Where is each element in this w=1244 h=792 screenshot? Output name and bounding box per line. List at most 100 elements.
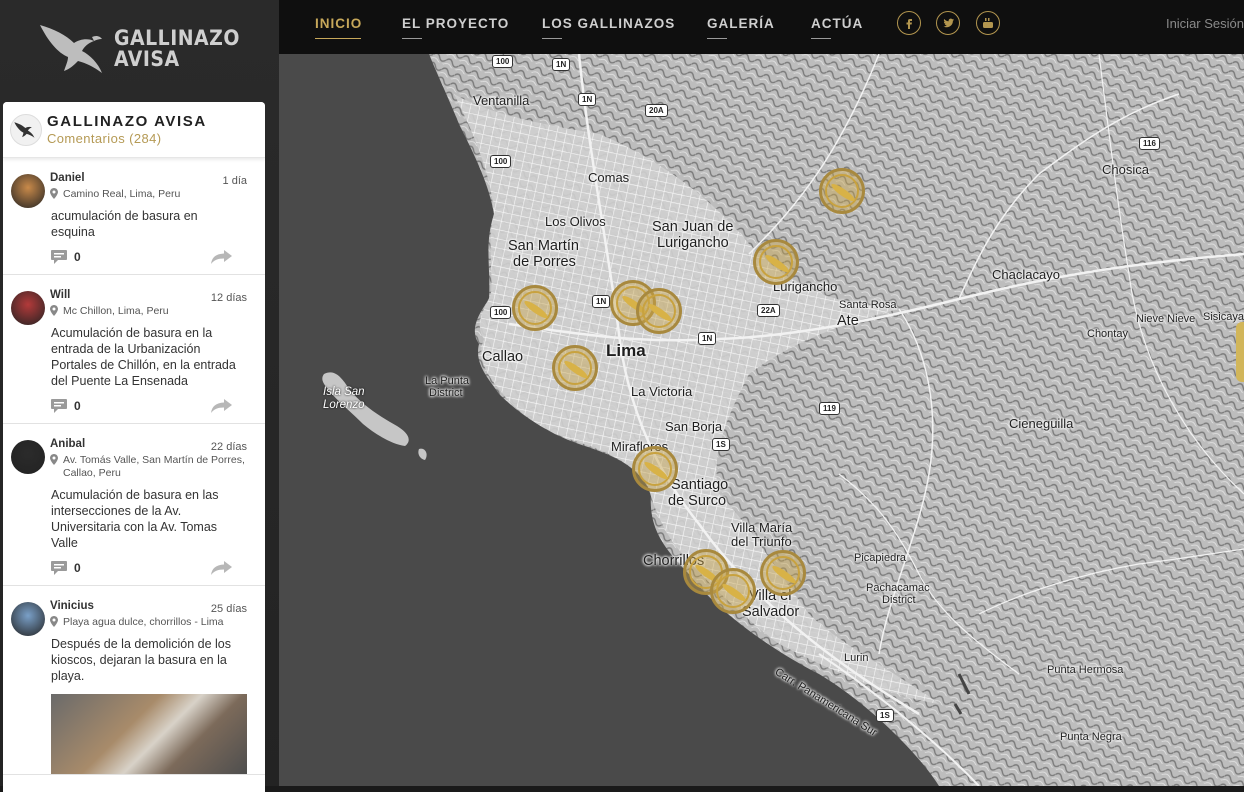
panel-header: GALLINAZO AVISA Comentarios (284) (3, 102, 265, 158)
post-image[interactable] (51, 694, 247, 774)
post-text: Después de la demolición de los kioscos,… (51, 637, 231, 683)
post-list: Daniel 1 día Camino Real, Lima, Peru acu… (3, 158, 265, 775)
map-label: Callao (482, 349, 524, 365)
road-shield: 1S (712, 438, 730, 451)
comments-count[interactable]: Comentarios (284) (47, 131, 207, 146)
comment-post[interactable]: Vinicius 25 días Playa agua dulce, chorr… (3, 586, 265, 775)
post-location-text: Camino Real, Lima, Peru (63, 188, 181, 200)
user-avatar[interactable] (11, 291, 45, 325)
location-pin-icon (50, 454, 58, 465)
report-marker[interactable] (632, 446, 678, 492)
map-label: Punta Hermosa (1047, 664, 1124, 676)
map-label: La Victoria (631, 384, 693, 399)
report-marker[interactable] (710, 568, 756, 614)
map-label: Lorenzo (323, 399, 365, 411)
road-shield: 22A (757, 304, 780, 317)
nav-los-gallinazos[interactable]: LOS GALLINAZOS (542, 16, 675, 39)
map-label: Villa María (731, 520, 793, 535)
map-label: Chaclacayo (992, 267, 1060, 282)
youtube-icon[interactable] (976, 11, 1000, 35)
post-text: acumulación de basura en esquina (51, 209, 198, 239)
map-label: Santa Rosa (839, 299, 897, 311)
report-marker[interactable] (512, 285, 558, 331)
nav-inicio[interactable]: INICIO (315, 16, 362, 39)
post-location-text: Mc Chillon, Lima, Peru (63, 305, 169, 317)
vulture-logo-icon (14, 121, 35, 138)
map-label: de Surco (668, 493, 727, 509)
map-label: Picapiedra (854, 552, 906, 564)
comment-icon[interactable] (50, 249, 68, 265)
post-location: Mc Chillon, Lima, Peru (50, 305, 251, 318)
facebook-icon[interactable] (897, 11, 921, 35)
logo-text: GALLINAZO AVISA (114, 28, 240, 70)
post-time: 12 días (210, 292, 247, 304)
map-label: Salvador (742, 604, 800, 620)
comment-post[interactable]: Daniel 1 día Camino Real, Lima, Peru acu… (3, 158, 265, 275)
post-time: 22 días (210, 441, 247, 453)
nav-galeria[interactable]: GALERÍA (707, 16, 775, 39)
map-label: Nieve Nieve (1136, 313, 1196, 325)
map-label: Pachacamac (866, 582, 930, 594)
report-marker[interactable] (760, 550, 806, 596)
map-label: Chontay (1087, 328, 1128, 340)
comments-panel: GALLINAZO AVISA Comentarios (284) Daniel… (3, 102, 265, 792)
top-navigation: INICIO EL PROYECTO LOS GALLINAZOS GALERÍ… (279, 0, 1244, 54)
road-shield: 100 (490, 306, 512, 319)
comment-count: 0 (74, 399, 81, 413)
comment-post[interactable]: Anibal 22 días Av. Tomás Valle, San Mart… (3, 424, 265, 586)
map-label: Lurigancho (657, 235, 729, 251)
report-marker[interactable] (552, 345, 598, 391)
map-label: San Martín (508, 238, 579, 254)
comment-count: 0 (74, 561, 81, 575)
sidebar: GALLINAZO AVISA GALLINAZO AVISA Comentar… (0, 0, 279, 792)
post-text: Acumulación de basura en las interseccio… (51, 488, 219, 550)
post-location: Av. Tomás Valle, San Martín de Porres, C… (50, 454, 251, 480)
user-avatar[interactable] (11, 602, 45, 636)
map-label: San Juan de (652, 219, 734, 235)
map-label: Punta Negra (1060, 731, 1122, 743)
nav-actua[interactable]: ACTÚA (811, 16, 863, 39)
comment-icon[interactable] (50, 398, 68, 414)
map-label: Lurin (844, 652, 869, 664)
map-label: Ventanilla (473, 93, 530, 108)
twitter-icon[interactable] (936, 11, 960, 35)
comment-count: 0 (74, 250, 81, 264)
post-location-text: Av. Tomás Valle, San Martín de Porres, C… (63, 454, 245, 479)
location-pin-icon (50, 305, 58, 316)
user-avatar[interactable] (11, 174, 45, 208)
report-marker-edge[interactable] (1236, 322, 1244, 382)
report-marker[interactable] (636, 288, 682, 334)
share-icon[interactable] (211, 399, 233, 413)
comment-icon[interactable] (50, 560, 68, 576)
map-view[interactable]: Ventanilla Comas Los Olivos San Martín d… (279, 54, 1244, 786)
share-icon[interactable] (211, 561, 233, 575)
share-icon[interactable] (211, 250, 233, 264)
map-label: Los Olivos (545, 214, 606, 229)
map-label: Ate (837, 313, 859, 329)
site-logo[interactable]: GALLINAZO AVISA (36, 16, 246, 82)
location-pin-icon (50, 616, 58, 627)
vulture-logo-icon (40, 25, 102, 73)
map-label: Chosica (1102, 162, 1149, 177)
report-marker[interactable] (753, 239, 799, 285)
post-location: Playa agua dulce, chorrillos - Lima (50, 616, 251, 629)
post-location-text: Playa agua dulce, chorrillos - Lima (63, 616, 224, 628)
user-avatar[interactable] (11, 440, 45, 474)
login-link[interactable]: Iniciar Sesión (1166, 16, 1244, 31)
road-shield: 20A (645, 104, 668, 117)
nav-el-proyecto[interactable]: EL PROYECTO (402, 16, 509, 39)
logo-line-2: AVISA (114, 47, 180, 71)
report-marker[interactable] (819, 168, 865, 214)
map-terrain (322, 54, 1244, 786)
map-label: Cieneguilla (1009, 416, 1074, 431)
road-shield: 1N (578, 93, 597, 106)
user-name[interactable]: Daniel (50, 172, 251, 184)
comment-post[interactable]: Will 12 días Mc Chillon, Lima, Peru Acum… (3, 275, 265, 424)
map-label: Comas (588, 170, 630, 185)
map-label: District (429, 387, 463, 399)
map-label: La Punta (425, 375, 470, 387)
road-shield: 100 (490, 155, 512, 168)
map-label: District (882, 594, 916, 606)
map-label: de Porres (513, 254, 576, 270)
post-text: Acumulación de basura en la entrada de l… (51, 326, 236, 388)
